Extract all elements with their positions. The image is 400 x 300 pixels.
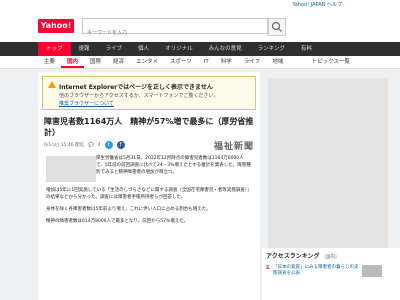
tab-science[interactable]: 科学 xyxy=(215,56,238,68)
search-icon xyxy=(271,21,282,32)
ad-space xyxy=(268,78,388,274)
nav-paid[interactable]: 有料 xyxy=(293,42,320,56)
article-paragraph: 増加は5年に1回実施している「生活のしづらさなどに関する調査（全国在宅障害児・者… xyxy=(46,188,252,200)
nav-opinion[interactable]: みんなの意見 xyxy=(201,42,250,56)
warning-icon xyxy=(48,81,56,88)
browser-notice: Internet Explorerではページを正しく表示できません 他のブラウザ… xyxy=(42,76,256,110)
top-links[interactable]: Yahoo! JAPAN ヘルプ xyxy=(292,1,342,8)
ranking-panel: アクセスランキング （国内） 1 「日本の家庭」にみる障害者の暮らしの実態調査を公… xyxy=(262,248,400,300)
comment-count[interactable]: 4 xyxy=(98,143,101,148)
tab-economy[interactable]: 経済 xyxy=(107,56,130,68)
ranking-number: 1 xyxy=(266,265,270,271)
notice-title: Internet Explorerではページを正しく表示できません xyxy=(59,84,213,91)
article-title: 障害児者数1164万人 精神が57%増で最多に（厚労省推計） xyxy=(44,117,254,137)
ranking-item[interactable]: 1 「日本の家庭」にみる障害者の暮らしの実態調査を公表 xyxy=(262,263,400,279)
notice-link[interactable]: 推奨ブラウザーについて xyxy=(59,100,249,107)
tab-entertainment[interactable]: エンタメ xyxy=(130,56,164,68)
header: Yahoo! xyxy=(0,10,400,42)
top-strip: Yahoo! JAPAN ヘルプ xyxy=(0,0,400,10)
tab-domestic[interactable]: 国内 xyxy=(61,56,85,68)
search-button[interactable] xyxy=(268,18,286,36)
ranking-thumbnail xyxy=(362,265,382,277)
primary-nav: トップ 速報 ライブ 個人 オリジナル みんなの意見 ランキング 有料 xyxy=(0,42,400,56)
article-meta: 6/1(火) 15:46 配信 💬 4 t f 福祉新聞 xyxy=(44,139,254,152)
nav-live[interactable]: ライブ xyxy=(98,42,131,56)
nav-ranking[interactable]: ランキング xyxy=(250,42,293,56)
nav-breaking[interactable]: 速報 xyxy=(71,42,98,56)
nav-top[interactable]: トップ xyxy=(38,42,71,56)
article-paragraph: 精神の障害者数は614万8000人で最多となり、前回から57%増えた。 xyxy=(46,219,189,224)
nav-original[interactable]: オリジナル xyxy=(157,42,201,56)
site-logo[interactable]: Yahoo! xyxy=(38,19,74,33)
article-main: Internet Explorerではページを正しく表示できません 他のブラウザ… xyxy=(38,72,260,300)
ranking-title: アクセスランキング （国内） xyxy=(266,253,340,260)
tab-main[interactable]: 主要 xyxy=(38,56,61,68)
article-date: 6/1(火) 15:46 配信 xyxy=(44,143,85,148)
tab-local[interactable]: 地域 xyxy=(266,56,289,68)
secondary-nav: 主要 国内 国際 経済 エンタメ スポーツ IT 科学 ライフ 地域 トピックス… xyxy=(0,56,400,69)
nav-individual[interactable]: 個人 xyxy=(130,42,157,56)
notice-body: 他のブラウザーからアクセスするか、スマートフォンでご覧ください。 xyxy=(59,93,219,99)
ranking-text[interactable]: 「日本の家庭」にみる障害者の暮らしの実態調査を公表 xyxy=(273,265,359,277)
article-image xyxy=(46,156,96,182)
tab-sports[interactable]: スポーツ xyxy=(164,56,198,68)
article-source[interactable]: 福祉新聞 xyxy=(214,139,254,152)
twitter-icon[interactable]: t xyxy=(104,141,113,149)
tab-life[interactable]: ライフ xyxy=(238,56,267,68)
article-paragraph: 身体を除く各障害者数は5年前より増え、これに伴い人口に占める割合も増えた。 xyxy=(46,207,211,212)
facebook-icon[interactable]: f xyxy=(116,141,125,149)
search-input[interactable] xyxy=(83,26,267,40)
topics-list-link[interactable]: トピックス一覧 xyxy=(312,56,350,68)
search-box[interactable] xyxy=(82,18,268,40)
tab-it[interactable]: IT xyxy=(198,56,215,68)
tab-international[interactable]: 国際 xyxy=(84,56,107,68)
comment-icon[interactable]: 💬 xyxy=(88,143,94,148)
